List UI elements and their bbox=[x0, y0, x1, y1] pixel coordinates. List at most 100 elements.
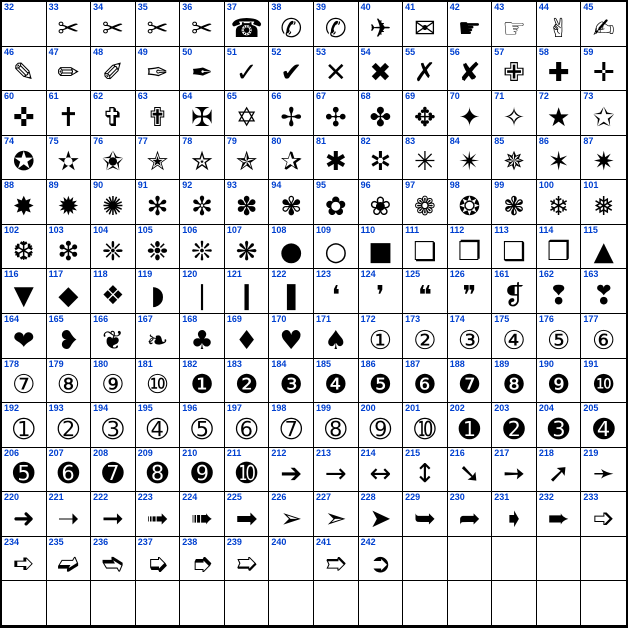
glyph-icon: ■ bbox=[359, 235, 403, 269]
glyph-icon: ✻ bbox=[136, 190, 180, 224]
code-label: 172 bbox=[361, 315, 376, 324]
code-label: 83 bbox=[405, 137, 415, 146]
code-label: 34 bbox=[93, 3, 103, 12]
glyph-icon: ❸ bbox=[269, 369, 313, 403]
glyph-icon: ✓ bbox=[225, 57, 269, 91]
glyph-cell-48: 48✐ bbox=[91, 47, 136, 92]
glyph-cell-80: 80✰ bbox=[269, 136, 314, 181]
code-label: 54 bbox=[361, 48, 371, 57]
glyph-icon: ❇ bbox=[47, 235, 91, 269]
glyph-cell-102: 102❆ bbox=[2, 225, 47, 270]
glyph-icon: ❁ bbox=[403, 190, 447, 224]
glyph-cell-empty bbox=[91, 581, 136, 626]
glyph-cell-236: 236➬ bbox=[91, 537, 136, 582]
glyph-cell-174: 174③ bbox=[448, 314, 493, 359]
glyph-cell-164: 164❤ bbox=[2, 314, 47, 359]
glyph-icon: ◆ bbox=[47, 279, 91, 313]
glyph-icon: ✾ bbox=[269, 190, 313, 224]
glyph-icon: ✈ bbox=[359, 12, 403, 46]
glyph-icon: ➅ bbox=[225, 413, 269, 447]
glyph-cell-214: 214↔ bbox=[359, 448, 404, 493]
glyph-icon bbox=[2, 591, 46, 625]
glyph-cell-207: 207➏ bbox=[47, 448, 92, 493]
code-label: 175 bbox=[494, 315, 509, 324]
code-label: 234 bbox=[4, 538, 19, 547]
glyph-icon: ➥ bbox=[403, 502, 447, 536]
code-label: 85 bbox=[494, 137, 504, 146]
glyph-cell-202: 202➊ bbox=[448, 403, 493, 448]
glyph-icon: ✭ bbox=[136, 146, 180, 180]
code-label: 76 bbox=[93, 137, 103, 146]
code-label: 88 bbox=[4, 181, 14, 190]
glyph-icon: ➓ bbox=[225, 458, 269, 492]
glyph-cell-91: 91✻ bbox=[136, 180, 181, 225]
glyph-icon: ✶ bbox=[537, 146, 581, 180]
code-label: 123 bbox=[316, 270, 331, 279]
code-label: 228 bbox=[361, 493, 376, 502]
glyph-cell-173: 173② bbox=[403, 314, 448, 359]
code-label: 169 bbox=[227, 315, 242, 324]
glyph-icon: ③ bbox=[448, 324, 492, 358]
glyph-icon: ➦ bbox=[448, 502, 492, 536]
code-label: 163 bbox=[583, 270, 598, 279]
glyph-icon: ♥ bbox=[269, 324, 313, 358]
glyph-icon: ✑ bbox=[136, 57, 180, 91]
glyph-cell-229: 229➥ bbox=[403, 492, 448, 537]
glyph-icon: ❼ bbox=[448, 369, 492, 403]
code-label: 92 bbox=[182, 181, 192, 190]
glyph-cell-55: 55✗ bbox=[403, 47, 448, 92]
code-label: 226 bbox=[271, 493, 286, 502]
code-label: 221 bbox=[49, 493, 64, 502]
code-label: 74 bbox=[4, 137, 14, 146]
glyph-cell-183: 183❷ bbox=[225, 359, 270, 404]
glyph-cell-empty bbox=[448, 537, 493, 582]
code-label: 237 bbox=[138, 538, 153, 547]
glyph-cell-184: 184❸ bbox=[269, 359, 314, 404]
glyph-cell-47: 47✏ bbox=[47, 47, 92, 92]
glyph-icon: ✆ bbox=[314, 12, 358, 46]
glyph-icon: ☎ bbox=[225, 12, 269, 46]
glyph-cell-217: 217➙ bbox=[492, 448, 537, 493]
glyph-icon: ○ bbox=[314, 235, 358, 269]
glyph-cell-114: 114❒ bbox=[537, 225, 582, 270]
code-label: 106 bbox=[182, 226, 197, 235]
glyph-icon: ➪ bbox=[2, 547, 46, 581]
code-label: 195 bbox=[138, 404, 153, 413]
glyph-icon: ✦ bbox=[448, 101, 492, 135]
code-label: 51 bbox=[227, 48, 237, 57]
glyph-icon: ➀ bbox=[2, 413, 46, 447]
glyph-cell-177: 177⑥ bbox=[581, 314, 626, 359]
code-label: 119 bbox=[138, 270, 153, 279]
glyph-cell-49: 49✑ bbox=[136, 47, 181, 92]
glyph-cell-178: 178⑦ bbox=[2, 359, 47, 404]
code-label: 98 bbox=[450, 181, 460, 190]
glyph-cell-76: 76✬ bbox=[91, 136, 136, 181]
glyph-icon: ❧ bbox=[136, 324, 180, 358]
code-label: 63 bbox=[138, 92, 148, 101]
glyph-icon: ✎ bbox=[2, 57, 46, 91]
glyph-icon: ● bbox=[269, 235, 313, 269]
glyph-cell-89: 89✹ bbox=[47, 180, 92, 225]
glyph-icon: ❡ bbox=[492, 279, 536, 313]
glyph-icon: ✼ bbox=[180, 190, 224, 224]
code-label: 94 bbox=[271, 181, 281, 190]
code-label: 95 bbox=[316, 181, 326, 190]
glyph-icon: ✉ bbox=[403, 12, 447, 46]
glyph-icon: ➲ bbox=[359, 547, 403, 581]
glyph-icon: ♣ bbox=[180, 324, 224, 358]
glyph-cell-106: 106❊ bbox=[180, 225, 225, 270]
glyph-cell-empty bbox=[492, 537, 537, 582]
code-label: 33 bbox=[49, 3, 59, 12]
glyph-cell-67: 67✣ bbox=[314, 91, 359, 136]
glyph-icon: ➟ bbox=[136, 502, 180, 536]
code-label: 44 bbox=[539, 3, 549, 12]
glyph-icon bbox=[403, 547, 447, 581]
glyph-icon: ❀ bbox=[359, 190, 403, 224]
code-label: 56 bbox=[450, 48, 460, 57]
glyph-icon: ➞ bbox=[91, 502, 135, 536]
glyph-cell-empty bbox=[537, 537, 582, 582]
glyph-cell-35: 35✂ bbox=[136, 2, 181, 47]
glyph-cell-60: 60✜ bbox=[2, 91, 47, 136]
glyph-icon: ✜ bbox=[2, 101, 46, 135]
code-label: 80 bbox=[271, 137, 281, 146]
